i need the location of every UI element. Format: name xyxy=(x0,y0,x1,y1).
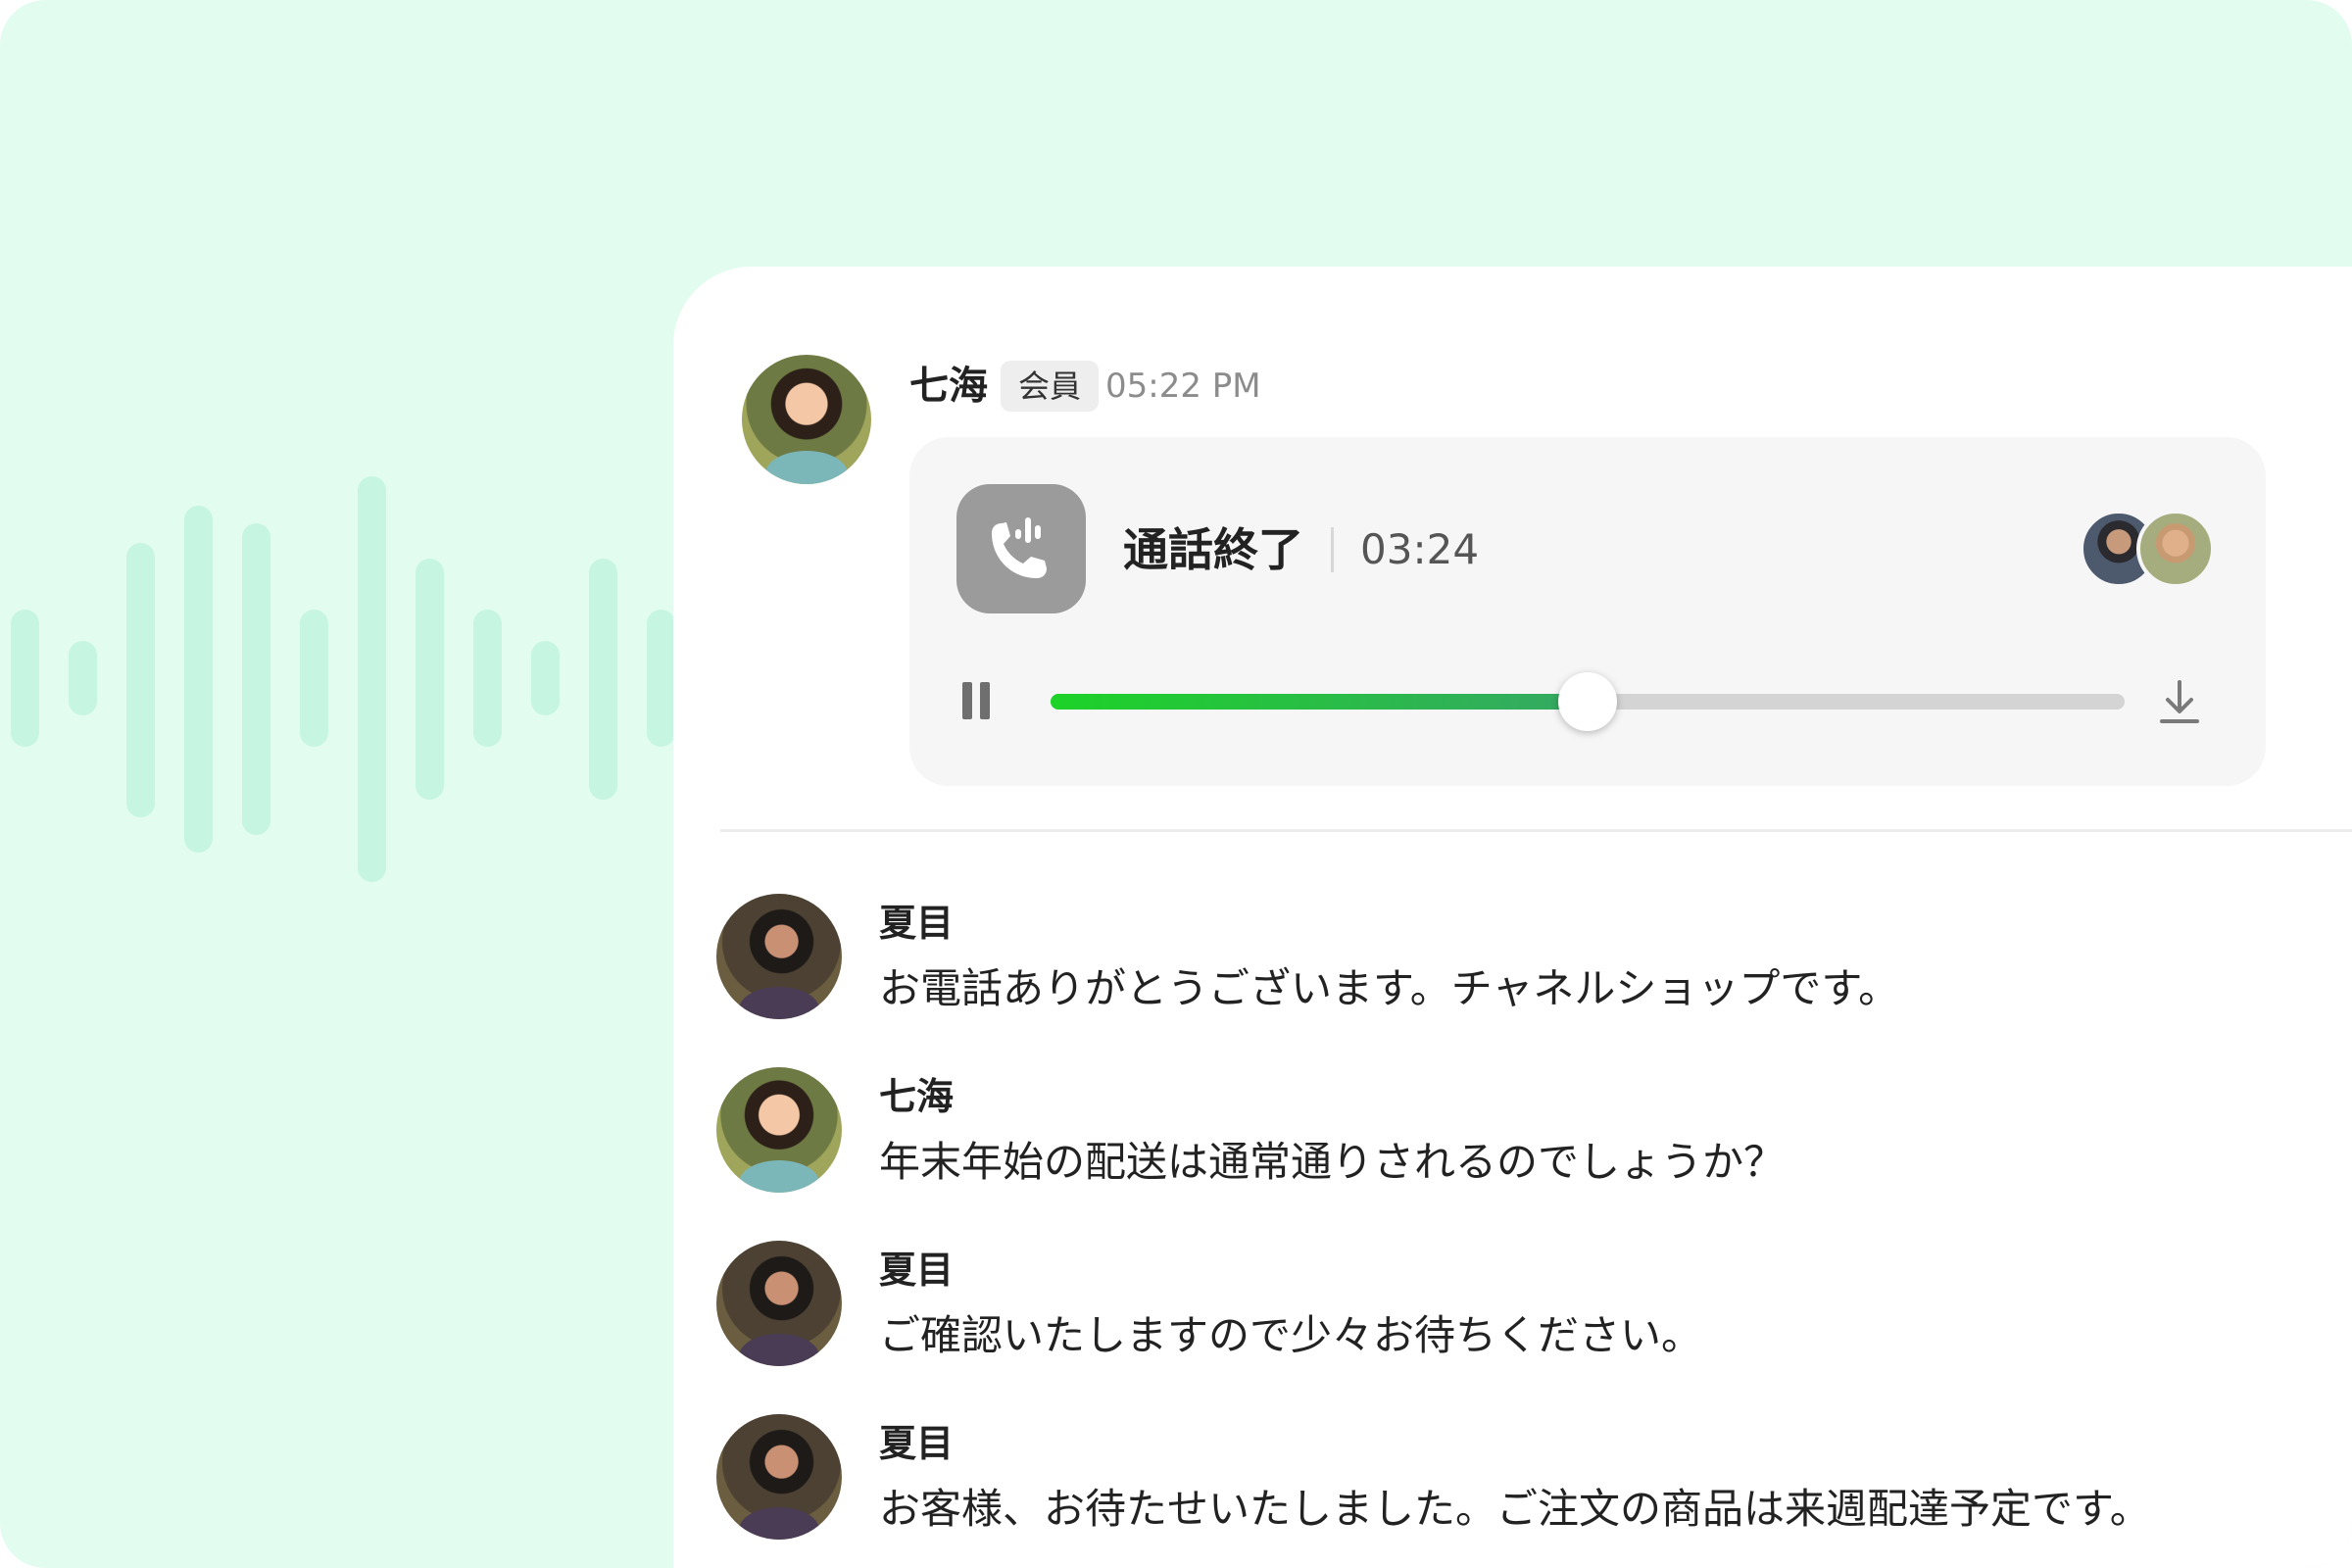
message-text: お客様、お待たせいたしました。ご注文の商品は来週配達予定です。 xyxy=(879,1485,2151,1533)
sender-name: 夏目 xyxy=(879,1249,955,1292)
wave-bar xyxy=(473,610,502,747)
download-icon[interactable] xyxy=(2156,676,2203,727)
message-text: ご確認いたしますので少々お待ちください。 xyxy=(879,1311,1703,1359)
list-item: 夏目 ご確認いたしますので少々お待ちください。 xyxy=(658,1241,2352,1407)
sender-name: 七海 xyxy=(879,1075,955,1118)
list-item: 夏目 お客様、お待たせいたしました。ご注文の商品は来週配達予定です。 xyxy=(658,1414,2352,1568)
message-text: お電話ありがとうございます。チャネルショップです。 xyxy=(879,964,1900,1012)
avatar[interactable] xyxy=(716,1241,842,1366)
chat-panel: 七海 会員 05:22 PM 通話終了 03:24 夏目 お電話ありがとうござい… xyxy=(673,267,2352,1568)
wave-bar xyxy=(300,610,328,747)
wave-bar xyxy=(69,641,97,715)
list-item: 夏目 お電話ありがとうございます。チャネルショップです。 xyxy=(658,894,2352,1060)
sender-name: 夏目 xyxy=(879,1422,955,1465)
wave-bar xyxy=(126,543,155,817)
wave-bar xyxy=(358,476,386,882)
call-summary-card: 通話終了 03:24 xyxy=(909,437,2266,786)
app-stage: 七海 会員 05:22 PM 通話終了 03:24 夏目 お電話ありがとうござい… xyxy=(0,0,2352,1568)
playback-progress-fill xyxy=(1051,694,1588,710)
wave-bar xyxy=(184,506,213,853)
wave-bar xyxy=(416,559,444,800)
list-item: 七海 年末年始の配送は通常通りされるのでしょうか？ xyxy=(658,1067,2352,1234)
phone-call-icon xyxy=(956,484,1086,613)
wave-bar xyxy=(531,641,560,715)
wave-bar xyxy=(242,523,270,835)
wave-bar xyxy=(11,610,39,747)
pause-button[interactable] xyxy=(958,682,994,719)
wave-bar xyxy=(589,559,617,800)
avatar[interactable] xyxy=(716,1067,842,1193)
pause-icon xyxy=(980,682,990,719)
divider xyxy=(1331,527,1334,572)
playback-progress-bar[interactable] xyxy=(1051,672,2125,731)
avatar[interactable] xyxy=(716,1414,842,1540)
pause-icon xyxy=(962,682,972,719)
participant-avatar[interactable] xyxy=(2136,510,2215,588)
member-badge: 会員 xyxy=(1001,361,1100,412)
call-status-title: 通話終了 xyxy=(1123,523,1303,576)
waveform-decoration xyxy=(0,0,686,1568)
message-timestamp: 05:22 PM xyxy=(1105,367,1261,406)
sender-name: 夏目 xyxy=(879,902,955,945)
call-duration: 03:24 xyxy=(1360,525,1480,573)
message-text: 年末年始の配送は通常通りされるのでしょうか？ xyxy=(879,1138,1786,1186)
wave-bar xyxy=(647,610,675,747)
playback-slider-thumb[interactable] xyxy=(1558,672,1617,731)
avatar[interactable] xyxy=(716,894,842,1019)
sender-name: 七海 xyxy=(909,364,988,409)
avatar[interactable] xyxy=(742,355,871,484)
section-divider xyxy=(720,829,2352,832)
